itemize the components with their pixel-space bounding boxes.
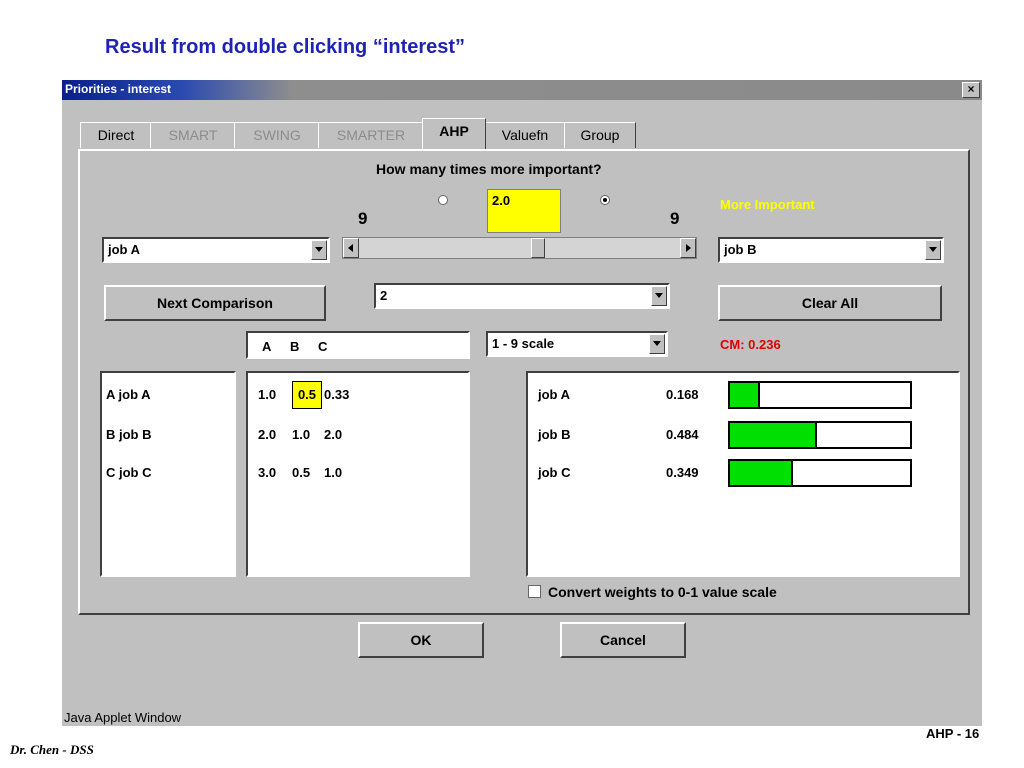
status-text: Java Applet Window xyxy=(64,710,182,725)
right-max-label: 9 xyxy=(670,209,680,228)
right-item-value: job B xyxy=(724,242,757,257)
window-titlebar[interactable]: Priorities - interest × xyxy=(62,80,982,100)
matrix-col-b: B xyxy=(290,339,300,354)
weight-name: job B xyxy=(538,427,571,442)
convert-checkbox[interactable] xyxy=(528,585,541,598)
tab-direct[interactable]: Direct xyxy=(80,122,152,148)
slider-thumb[interactable] xyxy=(530,238,545,258)
ahp-panel: How many times more important? 9 2.0 9 M… xyxy=(78,149,970,615)
scale-select[interactable]: 1 - 9 scale xyxy=(486,331,668,357)
window-title: Priorities - interest xyxy=(65,82,172,96)
right-radio[interactable] xyxy=(600,195,610,205)
weight-name: job C xyxy=(538,465,571,480)
tab-group[interactable]: Group xyxy=(564,122,636,148)
matrix-cell[interactable]: 1.0 xyxy=(258,387,276,402)
slide-title: Result from double clicking “interest” xyxy=(105,36,466,58)
next-comparison-button[interactable]: Next Comparison xyxy=(104,285,326,321)
matrix-cell[interactable]: 2.0 xyxy=(324,427,342,442)
comparison-question: How many times more important? xyxy=(376,161,602,177)
list-item[interactable]: C job C xyxy=(106,465,152,480)
tab-swing[interactable]: SWING xyxy=(234,122,320,148)
tab-smarter[interactable]: SMARTER xyxy=(318,122,424,148)
matrix-header: A B C xyxy=(246,331,470,359)
consistency-measure: CM: 0.236 xyxy=(720,337,781,352)
ok-button[interactable]: OK xyxy=(358,622,484,658)
chevron-down-icon[interactable] xyxy=(925,240,941,260)
left-max-label: 9 xyxy=(358,209,368,228)
comparison-matrix: 1.0 0.5 0.33 2.0 1.0 2.0 3.0 0.5 1.0 xyxy=(246,371,470,577)
clear-all-button[interactable]: Clear All xyxy=(718,285,942,321)
weight-name: job A xyxy=(538,387,571,402)
ratio-value[interactable]: 2.0 xyxy=(487,189,561,233)
matrix-cell[interactable]: 1.0 xyxy=(324,465,342,480)
tab-smart[interactable]: SMART xyxy=(150,122,236,148)
close-icon[interactable]: × xyxy=(962,82,980,98)
weight-value: 0.484 xyxy=(666,427,699,442)
matrix-cell[interactable]: 1.0 xyxy=(292,427,310,442)
weights-panel: job A 0.168 job B 0.484 job C 0.349 xyxy=(526,371,960,577)
matrix-col-c: C xyxy=(318,339,328,354)
importance-slider[interactable] xyxy=(342,237,697,259)
alternatives-list[interactable]: A job A B job B C job C xyxy=(100,371,236,577)
slider-right-arrow-icon[interactable] xyxy=(680,238,696,258)
weight-value: 0.168 xyxy=(666,387,699,402)
scale-value: 1 - 9 scale xyxy=(492,336,555,351)
list-item[interactable]: A job A xyxy=(106,387,151,402)
comparison-select[interactable]: 2 xyxy=(374,283,670,309)
weight-bar xyxy=(728,421,912,449)
comparison-number: 2 xyxy=(380,288,388,303)
tab-valuefn[interactable]: Valuefn xyxy=(484,122,566,148)
matrix-col-a: A xyxy=(262,339,272,354)
cancel-button[interactable]: Cancel xyxy=(560,622,686,658)
chevron-down-icon[interactable] xyxy=(651,286,667,306)
tab-ahp[interactable]: AHP xyxy=(422,118,486,149)
matrix-cell[interactable]: 0.33 xyxy=(324,387,349,402)
list-item[interactable]: B job B xyxy=(106,427,152,442)
weight-bar xyxy=(728,459,912,487)
footer-author: Dr. Chen - DSS xyxy=(10,742,94,757)
weight-bar-fill xyxy=(730,461,793,485)
weight-bar xyxy=(728,381,912,409)
matrix-cell[interactable]: 2.0 xyxy=(258,427,276,442)
left-item-value: job A xyxy=(108,242,141,257)
weight-value: 0.349 xyxy=(666,465,699,480)
matrix-cell[interactable]: 3.0 xyxy=(258,465,276,480)
weight-bar-fill xyxy=(730,383,761,407)
priorities-window: Priorities - interest × Direct SMART SWI… xyxy=(62,80,982,726)
left-radio[interactable] xyxy=(438,195,448,205)
left-item-select[interactable]: job A xyxy=(102,237,330,263)
matrix-cell[interactable]: 0.5 xyxy=(292,465,310,480)
slider-left-arrow-icon[interactable] xyxy=(343,238,359,258)
chevron-down-icon[interactable] xyxy=(311,240,327,260)
matrix-cell-selected[interactable]: 0.5 xyxy=(292,381,322,409)
more-important-label: More Important xyxy=(720,197,815,212)
chevron-down-icon[interactable] xyxy=(649,334,665,354)
weight-bar-fill xyxy=(730,423,818,447)
right-item-select[interactable]: job B xyxy=(718,237,944,263)
convert-label: Convert weights to 0-1 value scale xyxy=(548,584,777,600)
footer-slide-number: AHP - 16 xyxy=(926,726,980,741)
